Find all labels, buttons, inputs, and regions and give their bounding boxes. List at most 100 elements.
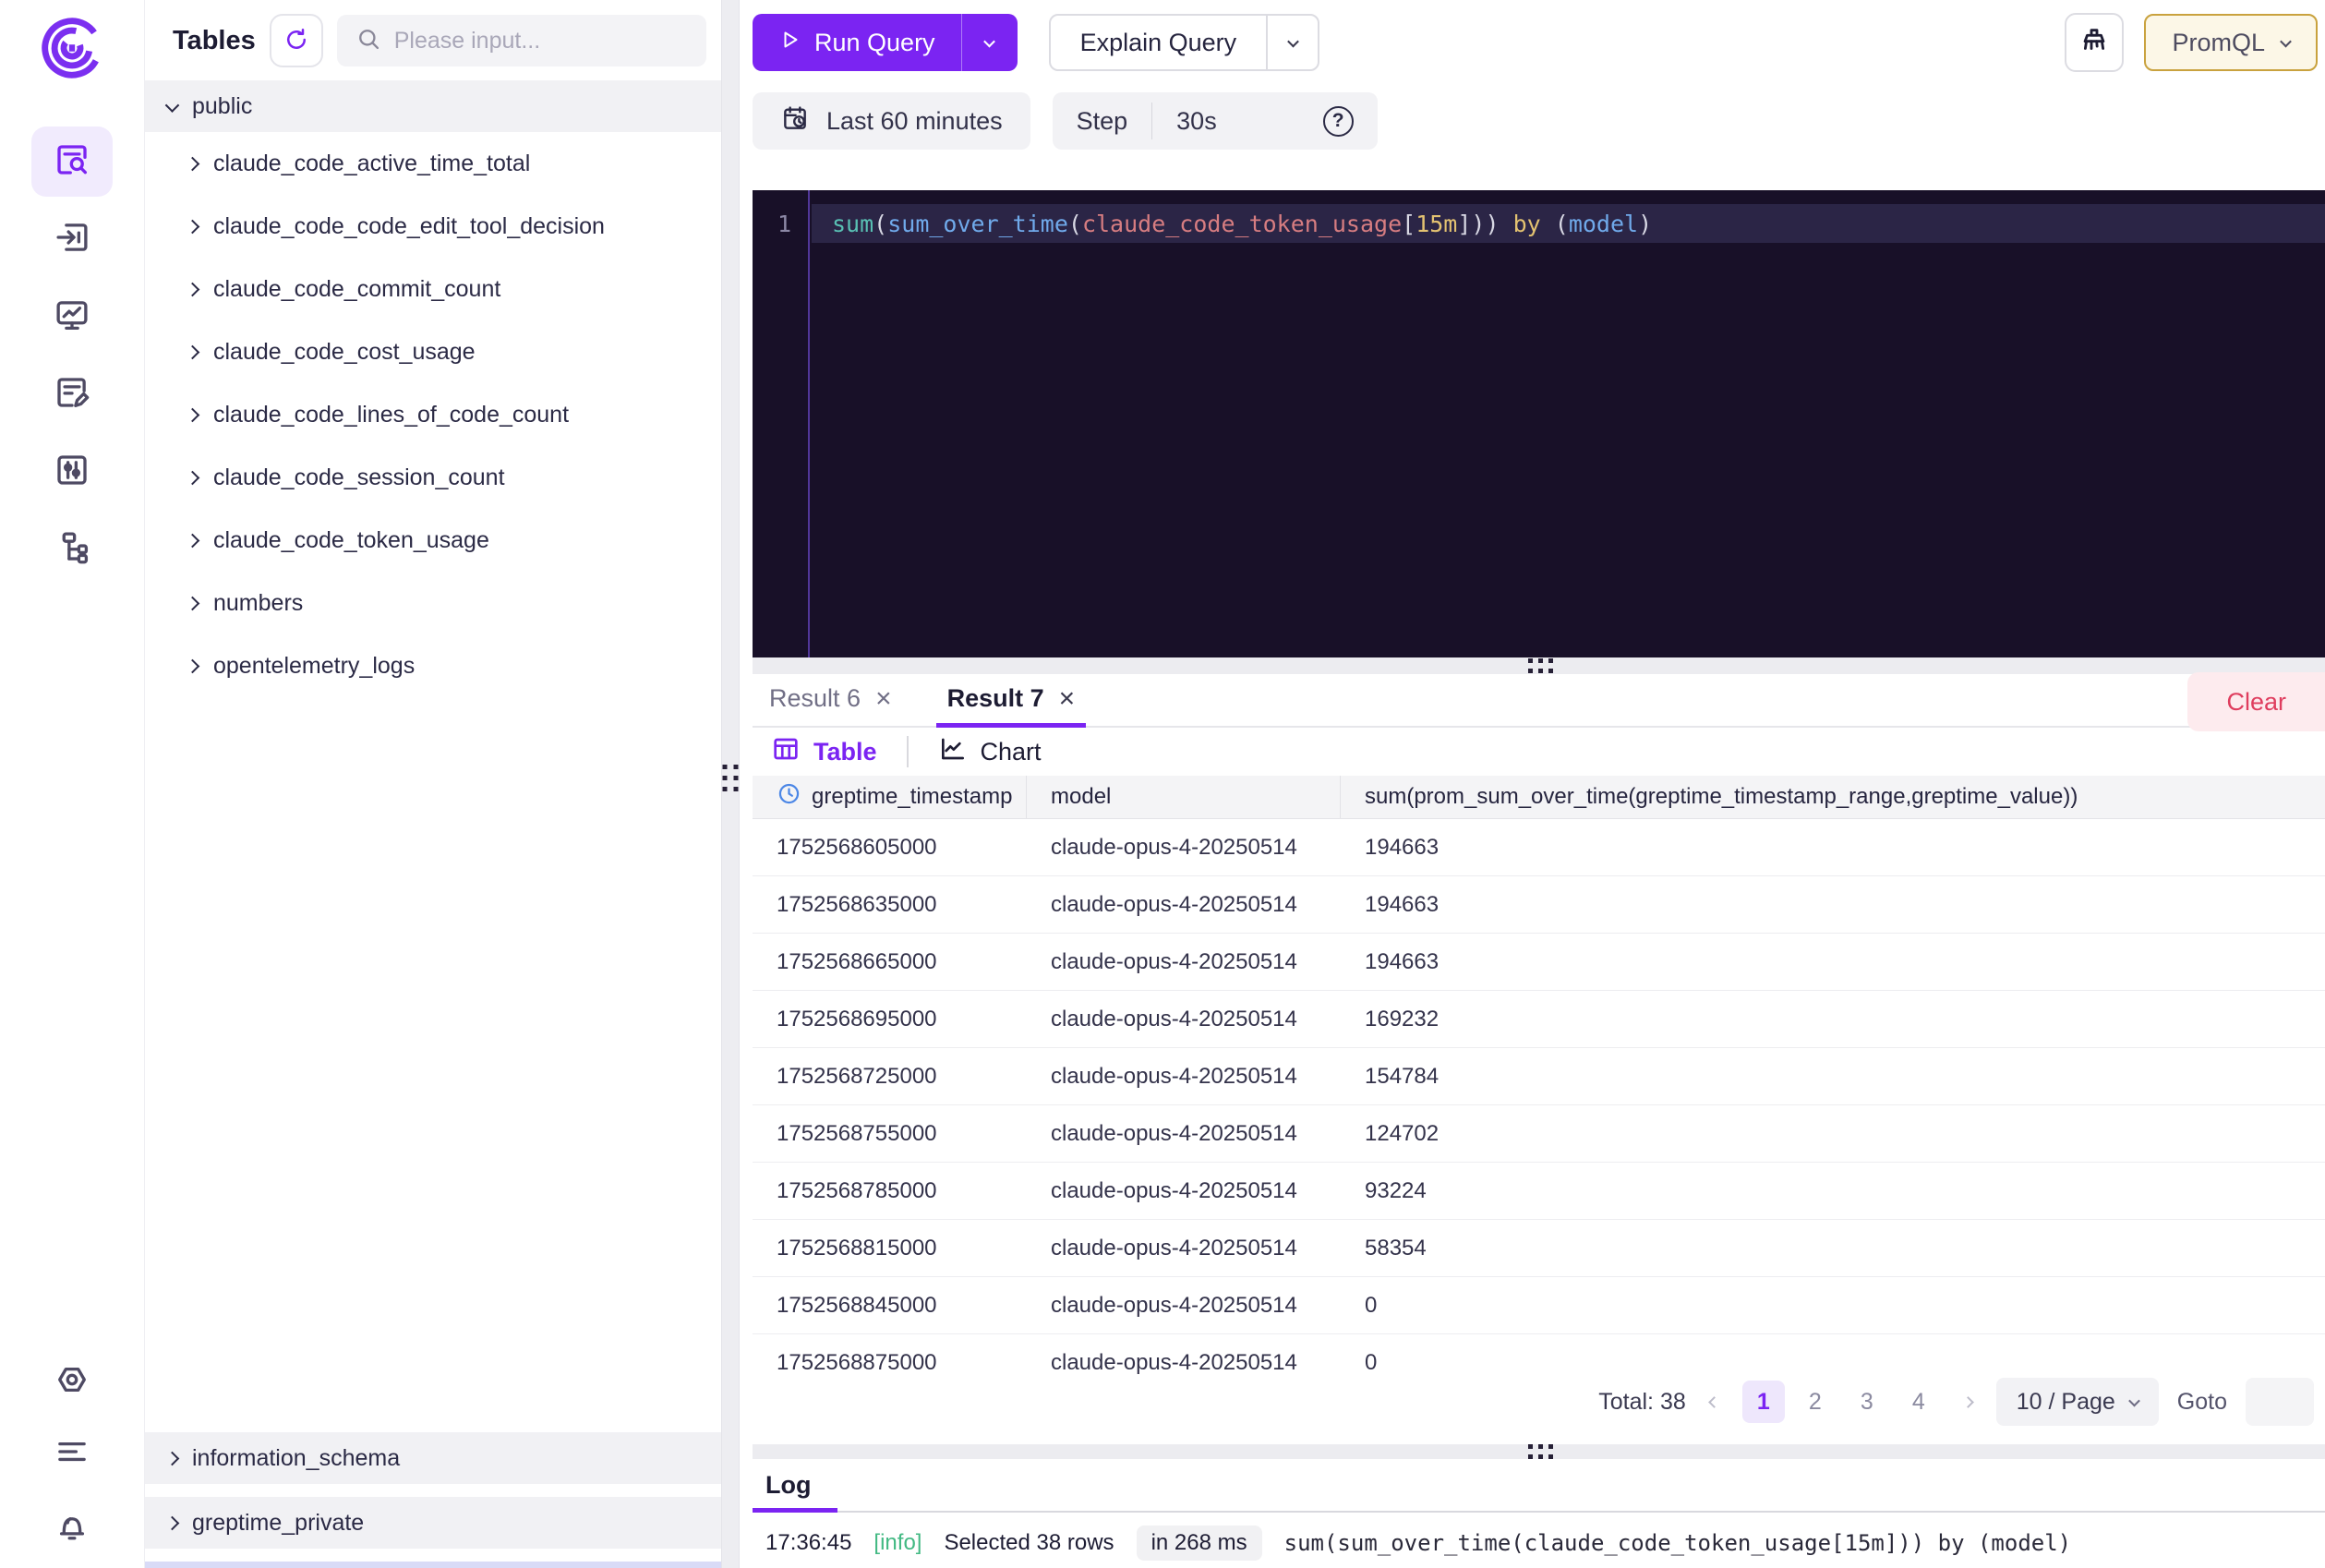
chevron-right-icon: [186, 219, 200, 234]
log-tabs: Log: [753, 1459, 2325, 1513]
schema-group-label: information_schema: [192, 1445, 400, 1472]
sidebar-item-ingest[interactable]: [31, 204, 113, 274]
table-search-input[interactable]: [394, 28, 688, 54]
step-value-input[interactable]: 30s: [1176, 107, 1217, 136]
divider: [1151, 103, 1152, 139]
horizontal-resize-handle[interactable]: [753, 657, 2325, 674]
table-item-label: numbers: [213, 590, 303, 617]
table-item-label: claude_code_active_time_total: [213, 151, 530, 177]
tables-panel-header: Tables: [145, 0, 721, 80]
view-chart-button[interactable]: Chart: [938, 734, 1042, 770]
next-page-button[interactable]: [1958, 1398, 1978, 1406]
tab-log[interactable]: Log: [753, 1471, 838, 1511]
cell-model: claude-opus-4-20250514: [1027, 1178, 1341, 1204]
notifications-icon: [53, 1504, 91, 1548]
sidebar-item-notes[interactable]: [31, 359, 113, 429]
page-number-button[interactable]: 2: [1794, 1381, 1837, 1423]
previous-page-button[interactable]: [1705, 1398, 1724, 1406]
table-item[interactable]: claude_code_session_count: [145, 446, 721, 509]
table-row[interactable]: 1752568725000claude-opus-4-2025051415478…: [753, 1048, 2325, 1105]
clear-results-button[interactable]: Clear: [2187, 672, 2325, 731]
log-query-text: sum(sum_over_time(claude_code_token_usag…: [1284, 1530, 2072, 1556]
panel-bottom-scroll-strip[interactable]: [145, 1562, 721, 1568]
format-query-button[interactable]: [2065, 13, 2124, 72]
cell-timestamp: 1752568665000: [753, 949, 1027, 975]
code-token: model: [1569, 211, 1638, 237]
run-query-dropdown[interactable]: [962, 14, 1018, 71]
sidebar-item-menu[interactable]: [31, 1428, 113, 1479]
drag-dots-icon: [1528, 1444, 1553, 1459]
sidebar-item-cluster[interactable]: [31, 514, 113, 585]
code-token: )): [1471, 211, 1499, 237]
cell-sum: 169232: [1341, 1007, 2325, 1032]
time-range-value: Last 60 minutes: [826, 107, 1003, 136]
code-token: claude_code_token_usage: [1082, 211, 1402, 237]
code-token: [: [1402, 211, 1415, 237]
view-table-button[interactable]: Table: [771, 734, 877, 770]
table-item[interactable]: numbers: [145, 572, 721, 634]
horizontal-resize-handle-bottom[interactable]: [753, 1444, 2325, 1459]
sidebar-item-dashboards[interactable]: [31, 282, 113, 352]
table-row[interactable]: 1752568635000claude-opus-4-2025051419466…: [753, 876, 2325, 934]
table-item[interactable]: claude_code_cost_usage: [145, 320, 721, 383]
query-toolbar: Run Query Explain Query: [753, 13, 2325, 72]
column-header-sum[interactable]: sum(prom_sum_over_time(greptime_timestam…: [1341, 776, 2325, 818]
column-header-timestamp[interactable]: greptime_timestamp: [753, 776, 1027, 818]
notes-icon: [53, 373, 91, 416]
page-number-button[interactable]: 1: [1742, 1381, 1785, 1423]
time-range-select[interactable]: Last 60 minutes: [753, 92, 1030, 150]
table-row[interactable]: 1752568875000claude-opus-4-202505140: [753, 1334, 2325, 1378]
log-time: 17:36:45: [765, 1530, 851, 1556]
table-item[interactable]: opentelemetry_logs: [145, 634, 721, 697]
sidebar-item-query[interactable]: [31, 127, 113, 197]
page-size-select[interactable]: 10 / Page: [1996, 1378, 2159, 1426]
table-item[interactable]: claude_code_code_edit_tool_decision: [145, 195, 721, 258]
tab-result-7[interactable]: Result 7 ×: [942, 684, 1081, 726]
vertical-resize-handle[interactable]: [721, 0, 740, 1568]
table-item-label: claude_code_lines_of_code_count: [213, 402, 569, 428]
cell-sum: 194663: [1341, 892, 2325, 918]
table-row[interactable]: 1752568755000claude-opus-4-2025051412470…: [753, 1105, 2325, 1163]
sidebar-item-notifications[interactable]: [31, 1500, 113, 1551]
table-row[interactable]: 1752568665000claude-opus-4-2025051419466…: [753, 934, 2325, 991]
table-item[interactable]: claude_code_token_usage: [145, 509, 721, 572]
editor-code-line[interactable]: sum(sum_over_time(claude_code_token_usag…: [832, 204, 1652, 243]
schema-group-public[interactable]: public: [145, 80, 721, 132]
query-language-select[interactable]: PromQL: [2144, 14, 2318, 71]
close-icon[interactable]: ×: [875, 685, 892, 713]
page-number-button[interactable]: 3: [1846, 1381, 1888, 1423]
schema-group-greptime-private[interactable]: greptime_private: [145, 1497, 721, 1549]
chevron-right-icon: [165, 1451, 180, 1465]
tables-panel-title: Tables: [173, 26, 256, 56]
explain-query-dropdown[interactable]: [1266, 16, 1318, 69]
refresh-tables-button[interactable]: [270, 14, 323, 67]
table-row[interactable]: 1752568695000claude-opus-4-2025051416923…: [753, 991, 2325, 1048]
search-icon: [355, 26, 381, 56]
sidebar-item-settings[interactable]: [31, 1356, 113, 1407]
help-icon[interactable]: ?: [1323, 106, 1354, 137]
table-item[interactable]: claude_code_lines_of_code_count: [145, 383, 721, 446]
table-row[interactable]: 1752568815000claude-opus-4-2025051458354: [753, 1220, 2325, 1277]
table-row[interactable]: 1752568785000claude-opus-4-2025051493224: [753, 1163, 2325, 1220]
sidebar-item-config[interactable]: [31, 437, 113, 507]
explain-query-button[interactable]: Explain Query: [1049, 14, 1320, 71]
greptime-logo[interactable]: [39, 15, 105, 81]
column-header-model[interactable]: model: [1027, 776, 1341, 818]
page-number-button[interactable]: 4: [1897, 1381, 1940, 1423]
run-query-button[interactable]: Run Query: [753, 14, 1018, 71]
schema-group-information-schema[interactable]: information_schema: [145, 1432, 721, 1484]
main-area: Run Query Explain Query: [740, 0, 2325, 1568]
code-token: sum: [832, 211, 873, 237]
goto-page-input[interactable]: [2246, 1378, 2314, 1426]
table-item[interactable]: claude_code_active_time_total: [145, 132, 721, 195]
table-row[interactable]: 1752568605000claude-opus-4-2025051419466…: [753, 819, 2325, 876]
table-row[interactable]: 1752568845000claude-opus-4-202505140: [753, 1277, 2325, 1334]
tab-result-6[interactable]: Result 6 ×: [764, 684, 897, 726]
page-size-value: 10 / Page: [2017, 1389, 2115, 1416]
cell-sum: 93224: [1341, 1178, 2325, 1204]
tables-list: claude_code_active_time_total claude_code…: [145, 132, 721, 697]
table-item[interactable]: claude_code_commit_count: [145, 258, 721, 320]
close-icon[interactable]: ×: [1059, 685, 1076, 713]
query-editor[interactable]: 1 sum(sum_over_time(claude_code_token_us…: [753, 190, 2325, 657]
query-language-label: PromQL: [2172, 29, 2265, 57]
